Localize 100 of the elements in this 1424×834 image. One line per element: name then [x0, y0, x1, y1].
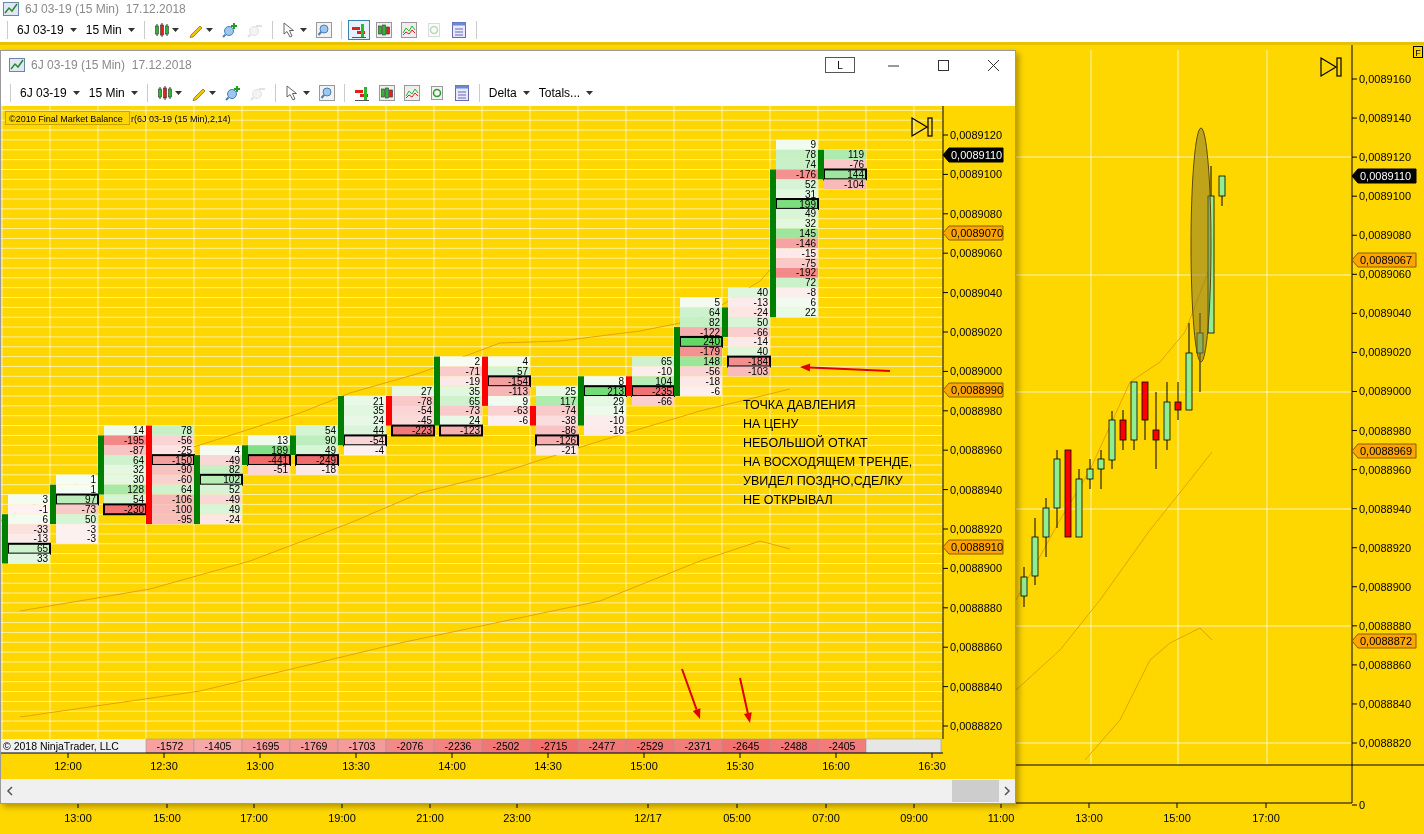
price-label: 0,0089160 — [1359, 73, 1411, 85]
total-cell: -2405 — [817, 738, 867, 754]
price-tag: 0,0089070 — [942, 225, 1004, 241]
volume-cell: 145 — [776, 228, 818, 240]
price-label: 0,0089060 — [950, 247, 1002, 260]
volume-cell: -66 — [728, 326, 770, 338]
volume-cell: -49 — [200, 454, 242, 466]
volume-cell: 33 — [8, 553, 50, 565]
toolbar-button[interactable] — [347, 20, 370, 40]
chart-flag[interactable]: F — [1413, 46, 1423, 58]
candlestick — [1119, 409, 1127, 451]
volume-cell: -104 — [824, 178, 866, 190]
time-label: 14:00 — [438, 760, 466, 772]
time-label: 15:00 — [1163, 812, 1191, 824]
volume-cell: -230 — [103, 503, 147, 516]
price-label: 0,0089100 — [950, 168, 1002, 181]
volume-cell: -49 — [200, 494, 242, 505]
volume-cell: -6 — [680, 385, 722, 397]
price-label: 0,0089020 — [950, 326, 1002, 338]
scrollbar-thumb[interactable] — [952, 780, 999, 802]
line-chart-icon — [403, 84, 420, 101]
volume-cell: -15 — [776, 247, 818, 259]
time-label: 12:00 — [54, 760, 82, 772]
caret-icon — [174, 90, 182, 95]
instrument-dropdown[interactable]: 6J 03-19 — [14, 21, 80, 39]
menu-dropdown[interactable]: Totals... — [535, 83, 597, 102]
chevron-left-icon — [5, 786, 13, 796]
price-label: 0,0088860 — [1359, 658, 1411, 671]
time-label: 19:00 — [328, 812, 356, 824]
zoom-in-icon — [221, 22, 238, 38]
price-label: 0,0088960 — [950, 444, 1002, 457]
volume-cell: -56 — [152, 434, 194, 446]
time-label: 13:30 — [342, 760, 370, 772]
volume-cell: 78 — [776, 149, 818, 161]
volume-cell: -13 — [8, 533, 50, 545]
volume-cell: -1 — [8, 503, 50, 515]
candlestick — [1042, 497, 1050, 558]
volume-cell: 4 — [488, 356, 530, 368]
form-icon — [453, 84, 470, 101]
price-label: 0,0089120 — [1359, 151, 1411, 164]
price-label: 0,0089120 — [950, 129, 1002, 141]
volume-cell: -18 — [680, 375, 722, 387]
volume-cell: 49 — [200, 503, 242, 515]
price-label: 0,0088880 — [950, 601, 1002, 614]
volume-cell: -106 — [152, 494, 194, 505]
volume-cell: -71 — [440, 366, 482, 377]
link-button[interactable]: L — [825, 57, 855, 73]
caret-icon — [205, 28, 213, 32]
volume-cell: 1 — [56, 474, 98, 486]
price-tag: 0,0089110 — [1351, 168, 1417, 184]
volume-cell: -51 — [248, 464, 290, 476]
interval-dropdown[interactable]: 15 Min — [82, 21, 138, 39]
total-cell: -2477 — [577, 738, 627, 754]
candlestick — [1163, 381, 1171, 451]
caret-icon — [171, 28, 179, 32]
volume-cell: -24 — [200, 513, 242, 525]
total-cell: -2236 — [433, 738, 483, 754]
line-chart-icon — [400, 22, 417, 38]
total-cell: -1703 — [337, 738, 387, 754]
menu-dropdown[interactable]: Delta — [485, 83, 533, 102]
volume-cell: -66 — [632, 395, 674, 407]
volume-cell: 21 — [344, 395, 386, 407]
volume-cell: -179 — [680, 346, 722, 358]
caret-icon — [299, 28, 307, 32]
arrow — [681, 668, 701, 719]
volume-cell: -90 — [152, 464, 194, 476]
price-label: 0,0089040 — [950, 286, 1002, 299]
volume-cell: -73 — [440, 405, 482, 417]
interval-dropdown[interactable]: 15 Min — [85, 83, 141, 102]
caret-icon — [522, 90, 530, 95]
volume-cell: 22 — [776, 306, 818, 318]
price-tag: 0,0088872 — [1351, 633, 1417, 649]
volume-cell: 52 — [776, 178, 818, 190]
volume-cell: 50 — [728, 316, 770, 328]
skip-to-end-icon[interactable] — [911, 116, 933, 138]
volume-cell: -63 — [488, 405, 530, 417]
caret-icon — [208, 90, 216, 95]
skip-to-end-icon[interactable] — [1320, 56, 1342, 78]
price-label: 0,0089080 — [950, 207, 1002, 220]
price-label: 0,0088940 — [950, 483, 1002, 496]
volume-cell: 4 — [200, 444, 242, 456]
volume-cell: 30 — [104, 474, 146, 486]
volume-cell: 35 — [440, 385, 482, 397]
time-label: 13:00 — [246, 760, 274, 772]
volume-cell: 82 — [680, 316, 722, 328]
volume-cell: 24 — [344, 415, 386, 427]
volume-cell: 14 — [104, 425, 146, 437]
price-tag: 0,0088910 — [942, 539, 1004, 555]
volume-cell: -103 — [728, 366, 770, 377]
volume-cell: -13 — [728, 297, 770, 308]
caret-icon — [586, 90, 594, 95]
time-label: 09:00 — [900, 812, 928, 824]
instrument-dropdown[interactable]: 6J 03-19 — [17, 83, 83, 102]
total-cell: -2371 — [673, 738, 723, 754]
volume-cell: 117 — [536, 395, 578, 407]
time-label: 14:30 — [534, 760, 562, 772]
time-label: 07:00 — [812, 812, 840, 824]
time-label: 12/17 — [634, 812, 662, 824]
price-label: 0,0089080 — [1359, 229, 1411, 242]
price-label: 0,0088820 — [950, 720, 1002, 732]
